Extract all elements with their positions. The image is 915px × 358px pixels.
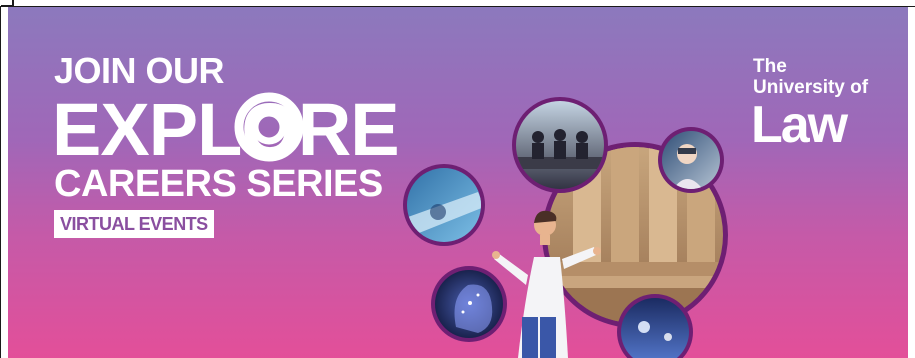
headline-explore-text: EXPLORE <box>52 88 400 171</box>
logo-line-university-of: University of <box>753 77 869 98</box>
frame-corner-inner <box>1 0 12 5</box>
logo-line-law: Law <box>751 96 848 154</box>
ai-brain-photo <box>431 266 507 342</box>
promo-banner[interactable]: JOIN OUR EXPLORE CAREERS SERIES VIRTUAL … <box>8 7 908 358</box>
frame-left-border <box>0 6 1 358</box>
headline-explore: EXPLORE <box>52 93 400 167</box>
headset-photo <box>658 127 724 193</box>
headline-careers-series: CAREERS SERIES <box>54 163 383 205</box>
virtual-events-badge: VIRTUAL EVENTS <box>54 210 214 238</box>
headline-join-our: JOIN OUR <box>54 50 225 91</box>
logo-line-the: The <box>753 56 787 77</box>
image-frame: JOIN OUR EXPLORE CAREERS SERIES VIRTUAL … <box>0 0 915 358</box>
digital-tech-photo <box>403 164 485 246</box>
